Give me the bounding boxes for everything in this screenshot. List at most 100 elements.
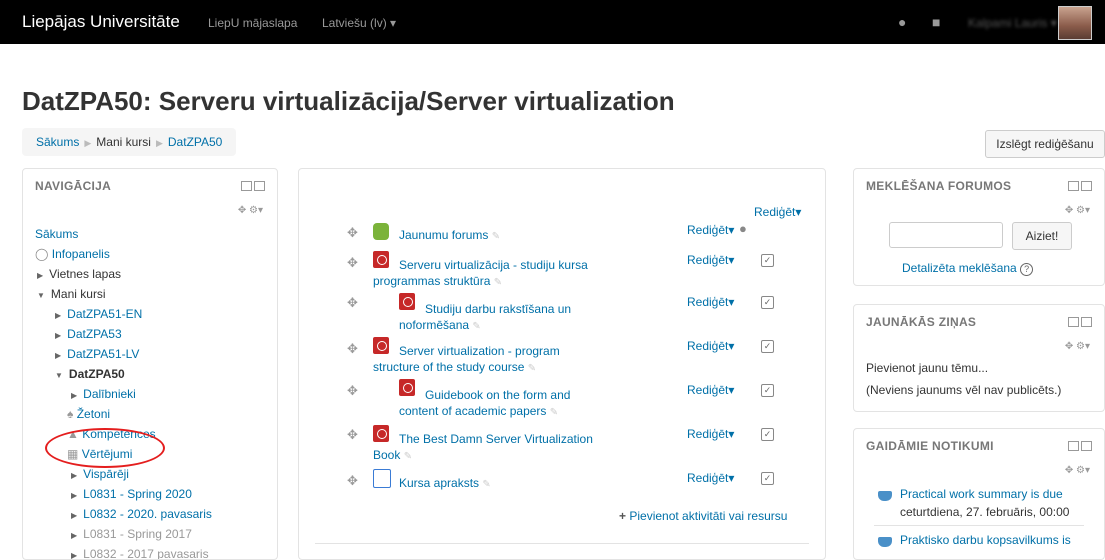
move-icon[interactable]: ✥ xyxy=(347,427,358,443)
move-icon[interactable]: ✥ xyxy=(347,383,358,399)
nav-section-label[interactable]: L0832 - 2020. pavasaris xyxy=(83,507,212,521)
resource-link-line2[interactable]: Book ✎ xyxy=(373,447,412,465)
forum-search-input[interactable] xyxy=(889,222,1003,248)
nav-course-datzpa53[interactable]: ▶ DatZPA53 xyxy=(55,327,122,341)
resource-link-line2[interactable]: structure of the study course ✎ xyxy=(373,359,536,377)
search-go-button[interactable]: Aiziet! xyxy=(1012,222,1072,250)
pencil-icon[interactable]: ✎ xyxy=(482,479,490,490)
block-collapse-icon[interactable] xyxy=(239,181,265,193)
resource-link[interactable]: Jaunumu forums ✎ xyxy=(399,227,500,245)
breadcrumb-my-courses[interactable]: Mani kursi xyxy=(96,135,151,149)
resource-link-line2[interactable]: noformēšana ✎ xyxy=(399,317,481,335)
event-link[interactable]: Practical work summary is due xyxy=(900,487,1063,501)
move-icon[interactable]: ✥ xyxy=(347,295,358,311)
nav-badges[interactable]: ♠ Žetoni xyxy=(67,407,110,421)
nav-course-datzpa51-lv[interactable]: ▶ DatZPA51-LV xyxy=(55,347,139,361)
block-move-icon[interactable]: ✥ ⚙▾ xyxy=(238,205,263,216)
block-collapse-icon[interactable] xyxy=(1066,181,1092,193)
resource-edit-menu[interactable]: Rediģēt▾ xyxy=(687,253,734,267)
nav-course-label[interactable]: DatZPA51-EN xyxy=(67,307,142,321)
completion-checkbox[interactable]: ✓ xyxy=(761,384,774,397)
pencil-icon[interactable]: ✎ xyxy=(494,277,502,288)
dashboard-icon: ◯ xyxy=(35,247,49,261)
event-link[interactable]: Praktisko darbu kopsavilkums is xyxy=(900,533,1071,547)
resource-edit-menu[interactable]: Rediģēt▾ xyxy=(687,295,734,309)
section-edit-menu[interactable]: Rediģēt▾ xyxy=(754,205,801,219)
avatar[interactable] xyxy=(1058,6,1092,40)
nav-general-section[interactable]: ▶ Vispārēji xyxy=(71,467,129,481)
nav-home[interactable]: Sākums xyxy=(35,227,78,241)
nav-dashboard-label[interactable]: Infopanelis xyxy=(52,247,110,261)
nav-participants-label[interactable]: Dalībnieki xyxy=(83,387,136,401)
resource-link-line2[interactable]: content of academic papers ✎ xyxy=(399,403,558,421)
completion-checkbox[interactable]: ✓ xyxy=(761,472,774,485)
top-navbar: Liepājas Universitāte LiepU mājaslapa La… xyxy=(0,0,1105,44)
add-activity-link[interactable]: + Pievienot aktivitāti vai resursu xyxy=(619,509,787,523)
nav-course-datzpa50[interactable]: ▼ DatZPA50 xyxy=(55,367,125,381)
nav-dashboard[interactable]: ◯ Infopanelis xyxy=(35,247,110,261)
nav-badges-label[interactable]: Žetoni xyxy=(77,407,110,421)
resource-edit-menu[interactable]: Rediģēt▾ xyxy=(687,223,734,237)
pencil-icon[interactable]: ✎ xyxy=(550,407,558,418)
nav-course-label[interactable]: DatZPA53 xyxy=(67,327,121,341)
messages-icon[interactable]: ■ xyxy=(932,14,940,30)
resource-link[interactable]: Server virtualization - program xyxy=(399,343,560,360)
completion-checkbox[interactable]: ✓ xyxy=(761,340,774,353)
resource-link[interactable]: Kursa apraksts ✎ xyxy=(399,475,491,493)
resource-edit-menu[interactable]: Rediģēt▾ xyxy=(687,427,734,441)
block-collapse-icon[interactable] xyxy=(1066,317,1092,329)
move-icon[interactable]: ✥ xyxy=(347,341,358,357)
block-collapse-icon[interactable] xyxy=(1066,441,1092,453)
help-icon[interactable]: ? xyxy=(1020,263,1034,276)
home-site-link[interactable]: LiepU mājaslapa xyxy=(208,16,297,30)
move-icon[interactable]: ✥ xyxy=(347,225,358,241)
resource-link-line2[interactable]: programmas struktūra ✎ xyxy=(373,273,502,291)
nav-my-courses[interactable]: ▼ Mani kursi xyxy=(37,287,106,301)
resource-link[interactable]: The Best Damn Server Virtualization xyxy=(399,431,593,448)
nav-section-l0832-2020[interactable]: ▶ L0832 - 2020. pavasaris xyxy=(71,507,212,521)
resource-link[interactable]: Studiju darbu rakstīšana un xyxy=(425,301,571,318)
advanced-search[interactable]: Detalizēta meklēšana ? xyxy=(902,261,1034,276)
nav-participants[interactable]: ▶ Dalībnieki xyxy=(71,387,136,401)
completion-checkbox[interactable]: ✓ xyxy=(761,428,774,441)
pencil-icon[interactable]: ✎ xyxy=(492,231,500,242)
nav-section-l0831-2020[interactable]: ▶ L0831 - Spring 2020 xyxy=(71,487,192,501)
pencil-icon[interactable]: ✎ xyxy=(528,363,536,374)
nav-section-label[interactable]: L0831 - Spring 2017 xyxy=(83,527,192,541)
user-menu[interactable]: Kalpami Lauris ▾ xyxy=(968,16,1057,30)
nav-course-label[interactable]: DatZPA50 xyxy=(69,367,125,381)
resource-edit-menu[interactable]: Rediģēt▾ xyxy=(687,339,734,353)
resource-link[interactable]: Guidebook on the form and xyxy=(425,387,570,404)
breadcrumb-home[interactable]: Sākums xyxy=(36,135,79,149)
resource-edit-menu[interactable]: Rediģēt▾ xyxy=(687,471,734,485)
nav-section-label[interactable]: L0831 - Spring 2020 xyxy=(83,487,192,501)
breadcrumb-course[interactable]: DatZPA50 xyxy=(168,135,222,149)
pencil-icon[interactable]: ✎ xyxy=(404,451,412,462)
add-news-topic-link[interactable]: Pievienot jaunu tēmu... xyxy=(866,361,988,375)
advanced-search-link[interactable]: Detalizēta meklēšana xyxy=(902,261,1017,275)
collapsed-arrow-icon: ▶ xyxy=(55,351,62,360)
nav-course-label[interactable]: DatZPA51-LV xyxy=(67,347,139,361)
toggle-editing-button[interactable]: Izslēgt rediģēšanu xyxy=(985,130,1105,158)
completion-checkbox[interactable]: ✓ xyxy=(761,296,774,309)
block-move-icon[interactable]: ✥ ⚙▾ xyxy=(1065,205,1090,216)
nav-course-datzpa51-en[interactable]: ▶ DatZPA51-EN xyxy=(55,307,142,321)
collapsed-arrow-icon: ▶ xyxy=(71,391,78,400)
nav-site-pages[interactable]: ▶ Vietnes lapas xyxy=(37,267,121,281)
nav-general-label[interactable]: Vispārēji xyxy=(83,467,129,481)
nav-site-pages-label: Vietnes lapas xyxy=(49,267,121,281)
completion-checkbox[interactable]: ✓ xyxy=(761,254,774,267)
move-icon[interactable]: ✥ xyxy=(347,255,358,271)
block-move-icon[interactable]: ✥ ⚙▾ xyxy=(1065,341,1090,352)
resource-link[interactable]: Serveru virtualizācija - studiju kursa xyxy=(399,257,588,274)
resource-edit-menu[interactable]: Rediģēt▾ xyxy=(687,383,734,397)
site-brand[interactable]: Liepājas Universitāte xyxy=(22,12,180,32)
pencil-icon[interactable]: ✎ xyxy=(472,321,480,332)
block-move-icon[interactable]: ✥ ⚙▾ xyxy=(1065,465,1090,476)
notifications-icon[interactable]: ● xyxy=(898,14,906,30)
group-mode-icon[interactable]: ● xyxy=(739,221,747,236)
move-icon[interactable]: ✥ xyxy=(347,473,358,489)
language-menu[interactable]: Latviešu (lv) ▾ xyxy=(322,16,396,30)
add-activity-label[interactable]: Pievienot aktivitāti vai resursu xyxy=(629,509,787,523)
nav-section-l0831-2017[interactable]: ▶ L0831 - Spring 2017 xyxy=(71,527,192,541)
